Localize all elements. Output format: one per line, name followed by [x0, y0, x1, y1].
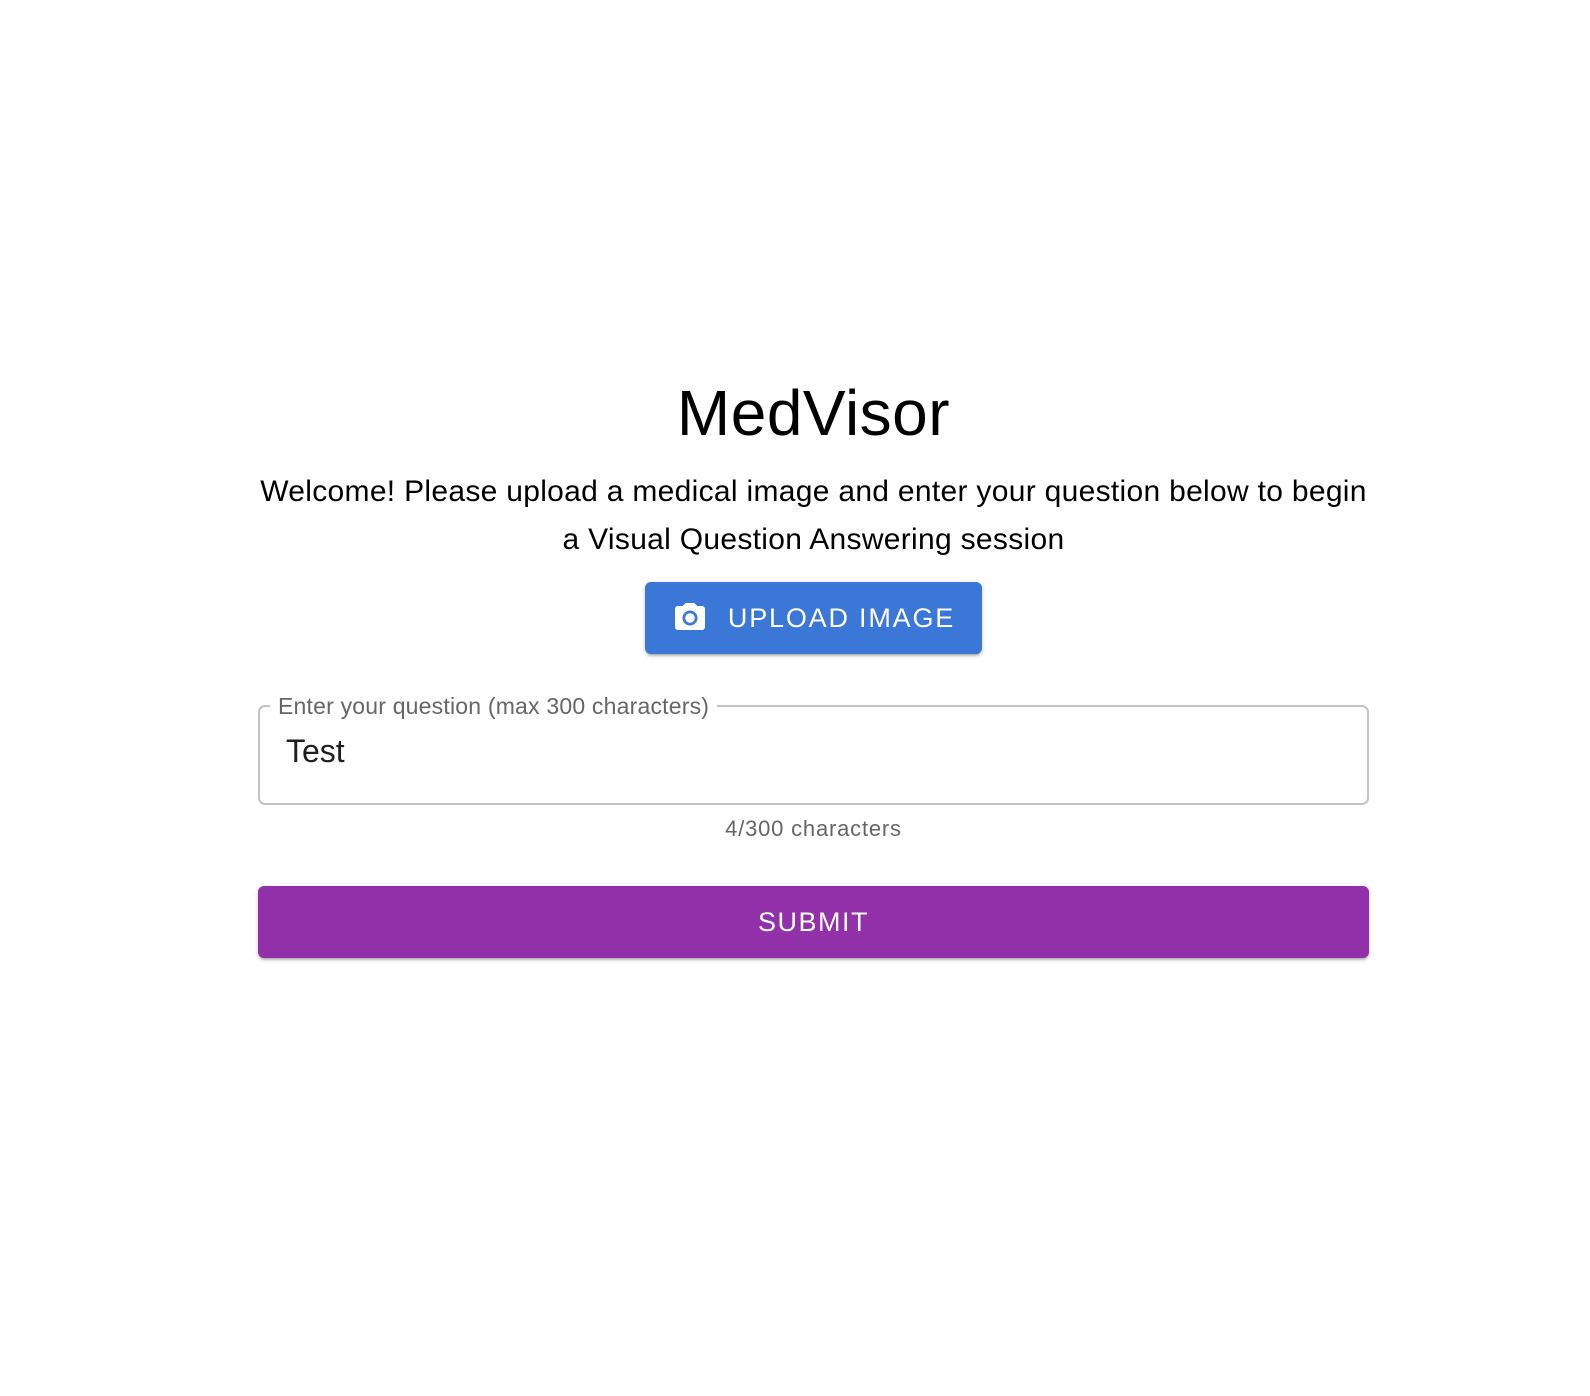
submit-button[interactable]: SUBMIT — [258, 886, 1369, 958]
camera-icon — [672, 600, 708, 636]
question-input[interactable] — [286, 726, 1326, 776]
main-container: MedVisor Welcome! Please upload a medica… — [258, 370, 1369, 958]
question-field: Enter your question (max 300 characters) — [258, 694, 1369, 805]
upload-wrapper: UPLOAD IMAGE — [258, 582, 1369, 654]
welcome-message: Welcome! Please upload a medical image a… — [260, 475, 1367, 556]
question-label: Enter your question (max 300 characters) — [278, 693, 710, 719]
page-title: MedVisor — [676, 377, 951, 449]
upload-image-button[interactable]: UPLOAD IMAGE — [645, 582, 982, 654]
upload-image-label: UPLOAD IMAGE — [727, 602, 956, 633]
character-counter: 4/300 characters — [725, 816, 902, 841]
